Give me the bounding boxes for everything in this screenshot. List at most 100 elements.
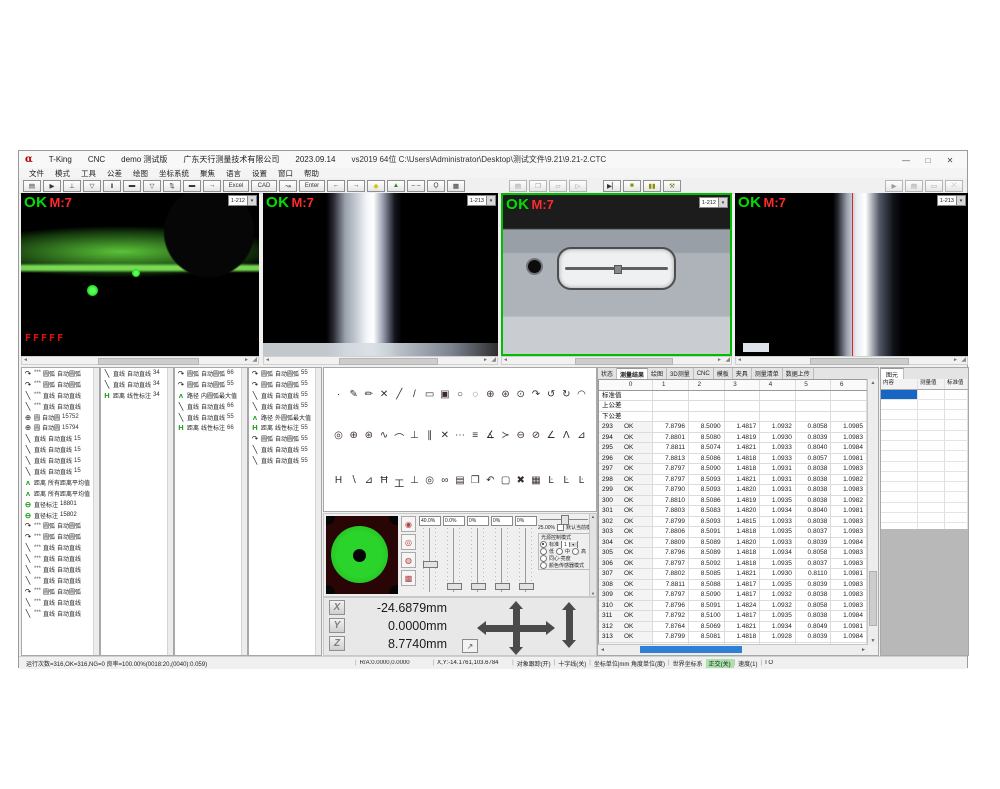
feature-row[interactable]: ╲***直线自动直线 (22, 608, 99, 619)
feature-row[interactable]: ʌ距离所有距离平均值 (22, 477, 99, 488)
play2-button[interactable]: ▶ (885, 180, 903, 192)
slider-track[interactable] (491, 528, 513, 592)
slider-thumb[interactable] (471, 583, 486, 590)
light-channel-slider[interactable]: 0.0% (443, 516, 465, 592)
feature-row[interactable]: ʌ路径内圆弧最大值 (175, 390, 247, 401)
scroll-up-icon[interactable]: ▲ (590, 514, 596, 519)
tool-icon[interactable]: ⋯ (454, 430, 467, 445)
feature-row[interactable]: ↷***圆弧自动圆弧 (22, 379, 99, 390)
tool-icon[interactable]: ▣ (438, 389, 451, 400)
table-row[interactable]: 299OK7.87908.50931.48201.09310.80381.098… (599, 485, 867, 496)
tool-icon[interactable]: H (332, 475, 345, 490)
slider-track[interactable] (443, 528, 465, 592)
feature-row[interactable]: ╲***直线自动直线 (22, 575, 99, 586)
table-row[interactable]: 300OK7.88108.50861.48191.09350.80381.098… (599, 496, 867, 507)
high-radio[interactable] (572, 548, 579, 555)
scroll-down-icon[interactable]: ▼ (590, 591, 596, 596)
element-row[interactable] (881, 431, 968, 441)
scroll-down-icon[interactable]: ▼ (868, 638, 878, 644)
tab-数据上传[interactable]: 数据上传 (783, 368, 814, 379)
step-right-button[interactable]: → (203, 180, 221, 192)
menu-item-文件[interactable]: 文件 (29, 168, 44, 179)
feature-row[interactable]: ↷***圆弧自动圆弧 (22, 520, 99, 531)
light-alert-button[interactable]: ▽ (143, 180, 161, 192)
light-mode-icon[interactable]: ◉ (401, 516, 416, 532)
feature-row[interactable]: H距离线性标注55 (249, 422, 321, 433)
move-left-button[interactable]: ← (327, 180, 345, 192)
light-channel-slider[interactable]: 40.0% (419, 516, 441, 592)
menu-item-语言[interactable]: 语言 (226, 168, 241, 179)
up-down-arrow-icon[interactable] (513, 609, 520, 647)
tool-icon[interactable]: ⊿ (575, 430, 588, 445)
table-row[interactable]: 294OK7.88018.50801.48191.09300.80391.098… (599, 433, 867, 444)
table-row[interactable]: 307OK7.88028.50851.48211.09300.81101.098… (599, 569, 867, 580)
camera-scrollbar[interactable]: ◄►◢ (263, 356, 498, 365)
tool-icon[interactable]: ▭ (423, 389, 436, 400)
tool-icon[interactable]: ◎ (423, 475, 436, 490)
z-updown-button[interactable]: ⇅ (163, 180, 181, 192)
table-row[interactable]: 297OK7.87978.50901.48181.09310.80381.098… (599, 464, 867, 475)
tab-测量清单[interactable]: 测量清单 (752, 368, 783, 379)
tool-icon[interactable]: ↶ (484, 475, 497, 490)
tool-icon[interactable]: ∥ (423, 430, 436, 445)
scroll-up-icon[interactable]: ▲ (868, 380, 878, 386)
slider-thumb[interactable] (519, 583, 534, 590)
tool-icon[interactable]: ╱ (393, 389, 406, 400)
close-button[interactable]: ✕ (939, 153, 961, 167)
cad-button[interactable]: CAD (251, 180, 277, 192)
camera-scrollbar[interactable]: ◄►◢ (21, 356, 259, 365)
ring-brightness-radio[interactable] (540, 555, 547, 562)
feature-row[interactable]: H距离线性标注66 (175, 422, 247, 433)
camera-zoom-select[interactable]: 1-212 ▾ (699, 197, 728, 208)
tool-icon[interactable]: ≡ (469, 430, 482, 445)
camera-zoom-select[interactable]: 1-213 ▾ (467, 195, 496, 206)
tool-icon[interactable]: ⌒ (393, 430, 406, 445)
camera-view-1[interactable]: OK M:7 1-212 ▾ FFFFF (21, 193, 259, 356)
feature-row[interactable]: ↷圆弧自动圆弧55 (249, 433, 321, 444)
camera-view-2[interactable]: OK M:7 1-213 ▾ (263, 193, 498, 356)
scrollbar-thumb[interactable] (869, 571, 877, 626)
resize-grip-icon[interactable]: ◢ (725, 357, 730, 364)
tool-icon[interactable]: ↷ (529, 389, 542, 400)
tool-icon[interactable]: ⊥ (408, 430, 421, 445)
feature-row[interactable]: ╲直线自动直线15 (22, 466, 99, 477)
color-sensor-radio[interactable] (540, 562, 547, 569)
scrollbar-thumb[interactable] (810, 358, 909, 365)
menu-item-模式[interactable]: 模式 (55, 168, 70, 179)
pattern-button[interactable]: ▩ (447, 180, 465, 192)
feature-row[interactable]: ╲***直线自动直线 (22, 542, 99, 553)
camera-scrollbar[interactable]: ◄►◢ (735, 356, 968, 365)
camera-view-3-selected[interactable]: OK M:7 1-212 ▾ (501, 193, 732, 356)
table-row[interactable]: 298OK7.87978.50931.48211.09310.80381.098… (599, 475, 867, 486)
tool-icon[interactable]: Ŀ (575, 475, 588, 490)
table-row[interactable]: 302OK7.87998.50931.48151.09330.80381.098… (599, 517, 867, 528)
light-channel-slider[interactable]: 0% (515, 516, 537, 592)
light-channel-slider[interactable]: 0% (491, 516, 513, 592)
enter-button[interactable]: Enter (299, 180, 325, 192)
camera-zoom-select[interactable]: 1-212 ▾ (228, 195, 257, 206)
tab-element[interactable]: 图元 (881, 368, 904, 379)
table-row[interactable]: 304OK7.88098.50891.48201.09330.80391.098… (599, 538, 867, 549)
resize-grip-icon[interactable]: ◢ (961, 357, 966, 364)
slider-track[interactable] (515, 528, 537, 592)
feature-row[interactable]: ↷圆弧自动圆弧55 (175, 379, 247, 390)
feature-row[interactable]: ↷***圆弧自动圆弧 (22, 368, 99, 379)
tool-icon[interactable]: Ħ (378, 475, 391, 490)
feature-row[interactable]: ʌ路径外圆弧最大值 (249, 412, 321, 423)
light-channel-slider[interactable]: 0% (467, 516, 489, 592)
feature-row[interactable]: ↷圆弧自动圆弧55 (249, 379, 321, 390)
element-row[interactable] (881, 492, 968, 502)
table-row[interactable]: 308OK7.88118.50881.48171.09350.80391.098… (599, 580, 867, 591)
tool-icon[interactable]: ▢ (499, 475, 512, 490)
resize-grip-icon[interactable]: ◢ (252, 357, 257, 364)
element-row[interactable] (881, 390, 968, 400)
element-row[interactable] (881, 441, 968, 451)
camera-scrollbar[interactable]: ◄►◢ (501, 356, 732, 365)
stop-button[interactable]: ■ (623, 180, 641, 192)
feature-row[interactable]: H距离线性标注34 (101, 390, 173, 401)
tool-icon[interactable]: ⊕ (347, 430, 360, 445)
tool-icon[interactable]: ∿ (378, 430, 391, 445)
tab-绘图[interactable]: 绘图 (648, 368, 667, 379)
feature-row[interactable]: ↷***圆弧自动圆弧 (22, 586, 99, 597)
tool-icon[interactable]: ▤ (454, 475, 467, 490)
